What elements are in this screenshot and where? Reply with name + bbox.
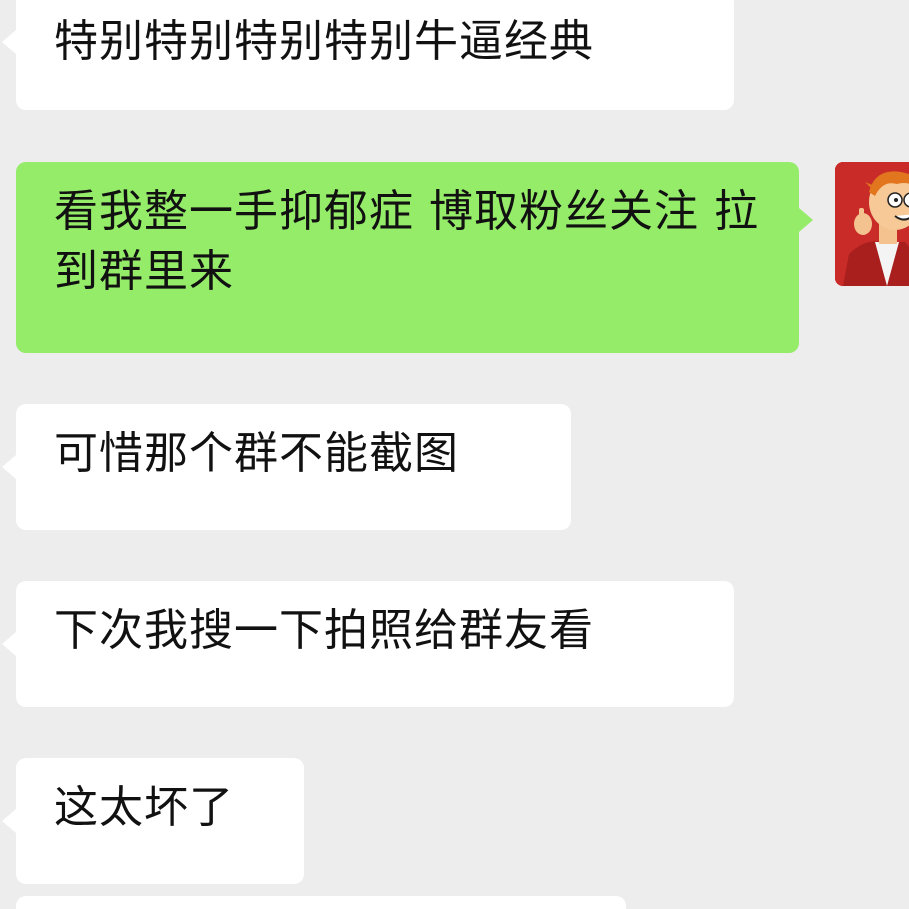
- bubble-tail: [799, 208, 813, 232]
- message-bubble-incoming[interactable]: 可惜那个群不能截图: [16, 404, 571, 530]
- message-bubble-incoming[interactable]: 这太坏了: [16, 758, 304, 884]
- bubble-tail: [2, 455, 16, 479]
- message-text: 这太坏了: [54, 782, 234, 833]
- message-bubble-outgoing[interactable]: 看我整一手抑郁症 博取粉丝关注 拉到群里来: [16, 162, 799, 353]
- message-bubble-incoming[interactable]: 下次我搜一下拍照给群友看: [16, 581, 734, 707]
- message-text: 可惜那个群不能截图: [54, 428, 459, 479]
- message-text: 下次我搜一下拍照给群友看: [54, 605, 594, 656]
- chat-conversation: 特别特别特别特别牛逼经典 看我整一手抑郁症 博取粉丝关注 拉到群里来 可惜那个群…: [0, 0, 909, 909]
- message-bubble-incoming-partial[interactable]: [16, 896, 626, 909]
- cartoon-avatar-icon: [835, 162, 909, 286]
- bubble-tail: [2, 809, 16, 833]
- bubble-tail: [2, 632, 16, 656]
- self-avatar[interactable]: [835, 162, 909, 286]
- message-text: 特别特别特别特别牛逼经典: [54, 16, 594, 67]
- bubble-tail: [2, 30, 16, 54]
- message-bubble-incoming[interactable]: 特别特别特别特别牛逼经典: [16, 0, 734, 110]
- message-text: 看我整一手抑郁症 博取粉丝关注 拉到群里来: [54, 186, 759, 297]
